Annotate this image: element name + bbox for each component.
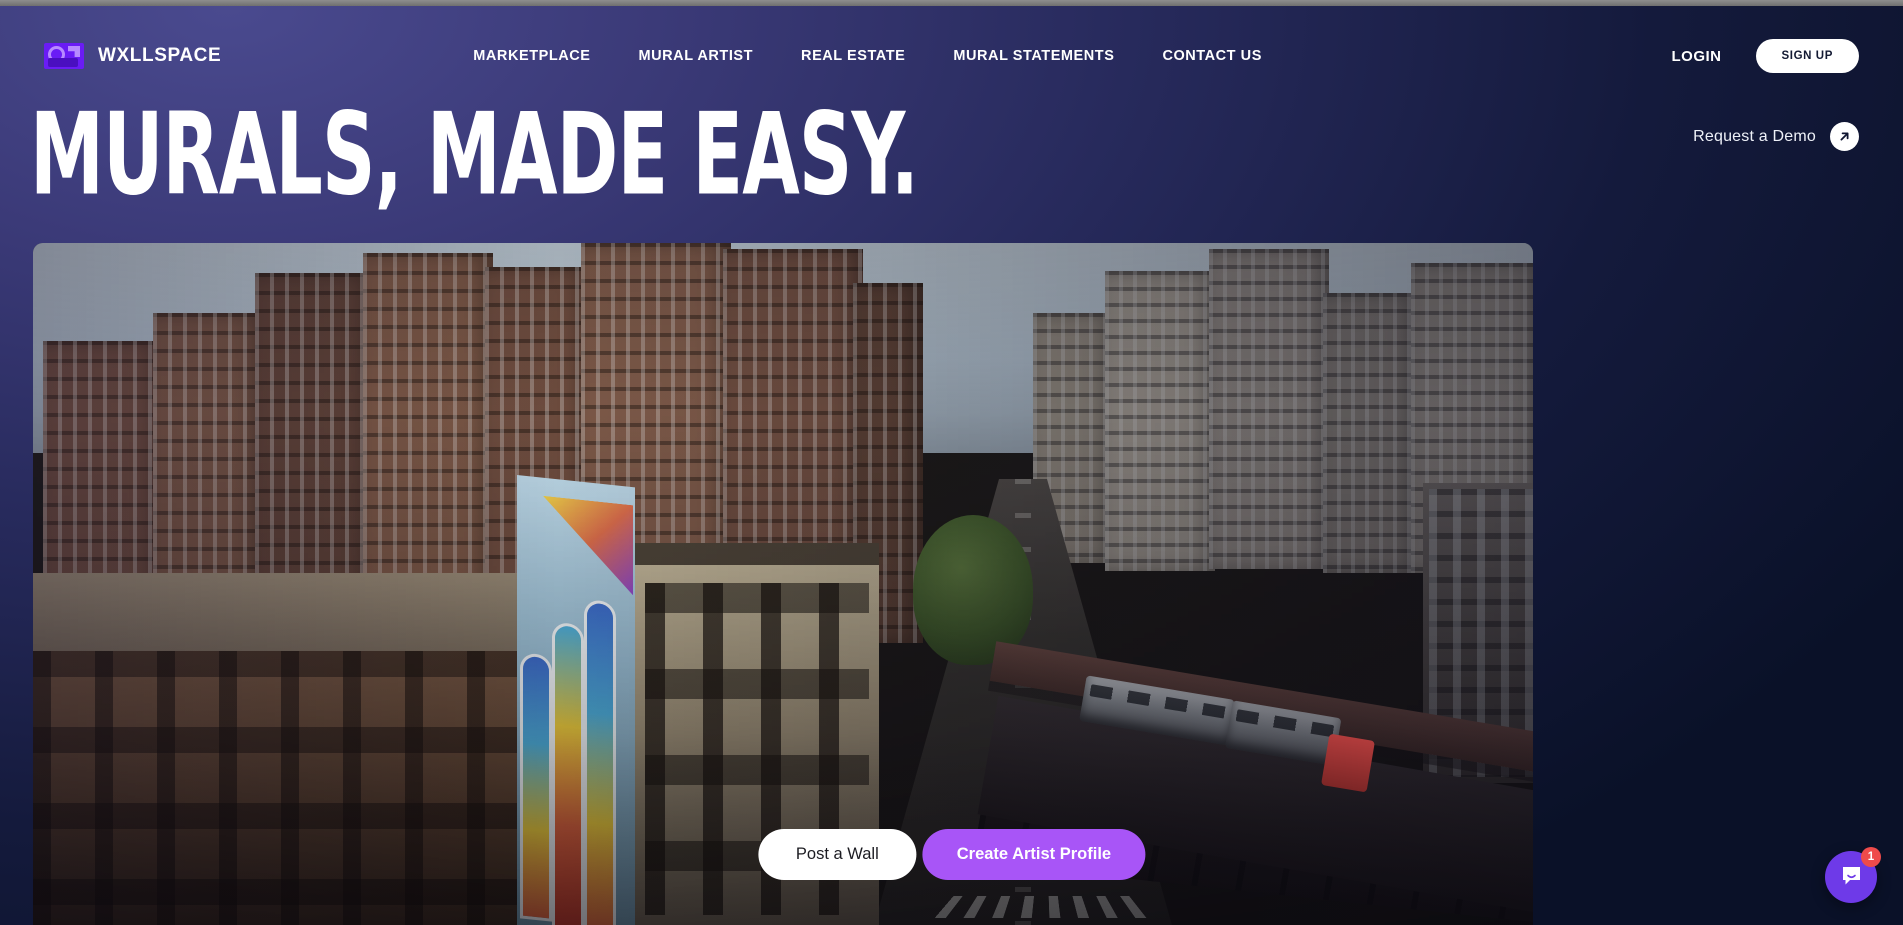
nav-item-contact-us[interactable]: CONTACT US: [1162, 48, 1261, 64]
cta-button-group: Post a Wall Create Artist Profile: [757, 829, 1146, 880]
header-actions: LOGIN SIGN UP: [1672, 39, 1859, 73]
chat-unread-badge: 1: [1861, 847, 1881, 867]
video-color-grade: [33, 243, 1533, 925]
login-link[interactable]: LOGIN: [1672, 48, 1722, 65]
hero-section: MURALS, MADE EASY. Request a Demo: [0, 98, 1903, 244]
brand-name: WXLLSPACE: [98, 45, 222, 66]
signup-button[interactable]: SIGN UP: [1755, 39, 1859, 73]
browser-chrome-strip: [0, 0, 1903, 6]
page-title: MURALS, MADE EASY.: [30, 88, 919, 221]
nav-item-real-estate[interactable]: REAL ESTATE: [801, 48, 905, 64]
subway-train-front: [1321, 733, 1375, 793]
nav-item-marketplace[interactable]: MARKETPLACE: [473, 48, 590, 64]
hero-video-panel[interactable]: [33, 243, 1533, 925]
chat-bubble-icon: [1839, 863, 1864, 891]
wxllspace-logo-icon: [44, 43, 84, 69]
main-navigation: MARKETPLACE MURAL ARTIST REAL ESTATE MUR…: [473, 48, 1262, 64]
chat-launcher-button[interactable]: 1: [1825, 847, 1881, 903]
cityscape-video-frame: [33, 243, 1533, 925]
create-artist-profile-button[interactable]: Create Artist Profile: [922, 829, 1146, 880]
request-demo-link[interactable]: Request a Demo: [1693, 122, 1859, 151]
post-a-wall-button[interactable]: Post a Wall: [757, 829, 917, 880]
brand-logo[interactable]: WXLLSPACE: [44, 43, 221, 69]
request-demo-label: Request a Demo: [1693, 127, 1816, 145]
page-root: WXLLSPACE MARKETPLACE MURAL ARTIST REAL …: [0, 6, 1903, 925]
nav-item-mural-statements[interactable]: MURAL STATEMENTS: [953, 48, 1114, 64]
arrow-up-right-icon[interactable]: [1830, 122, 1859, 151]
nav-item-mural-artist[interactable]: MURAL ARTIST: [639, 48, 754, 64]
site-header: WXLLSPACE MARKETPLACE MURAL ARTIST REAL …: [0, 6, 1903, 106]
